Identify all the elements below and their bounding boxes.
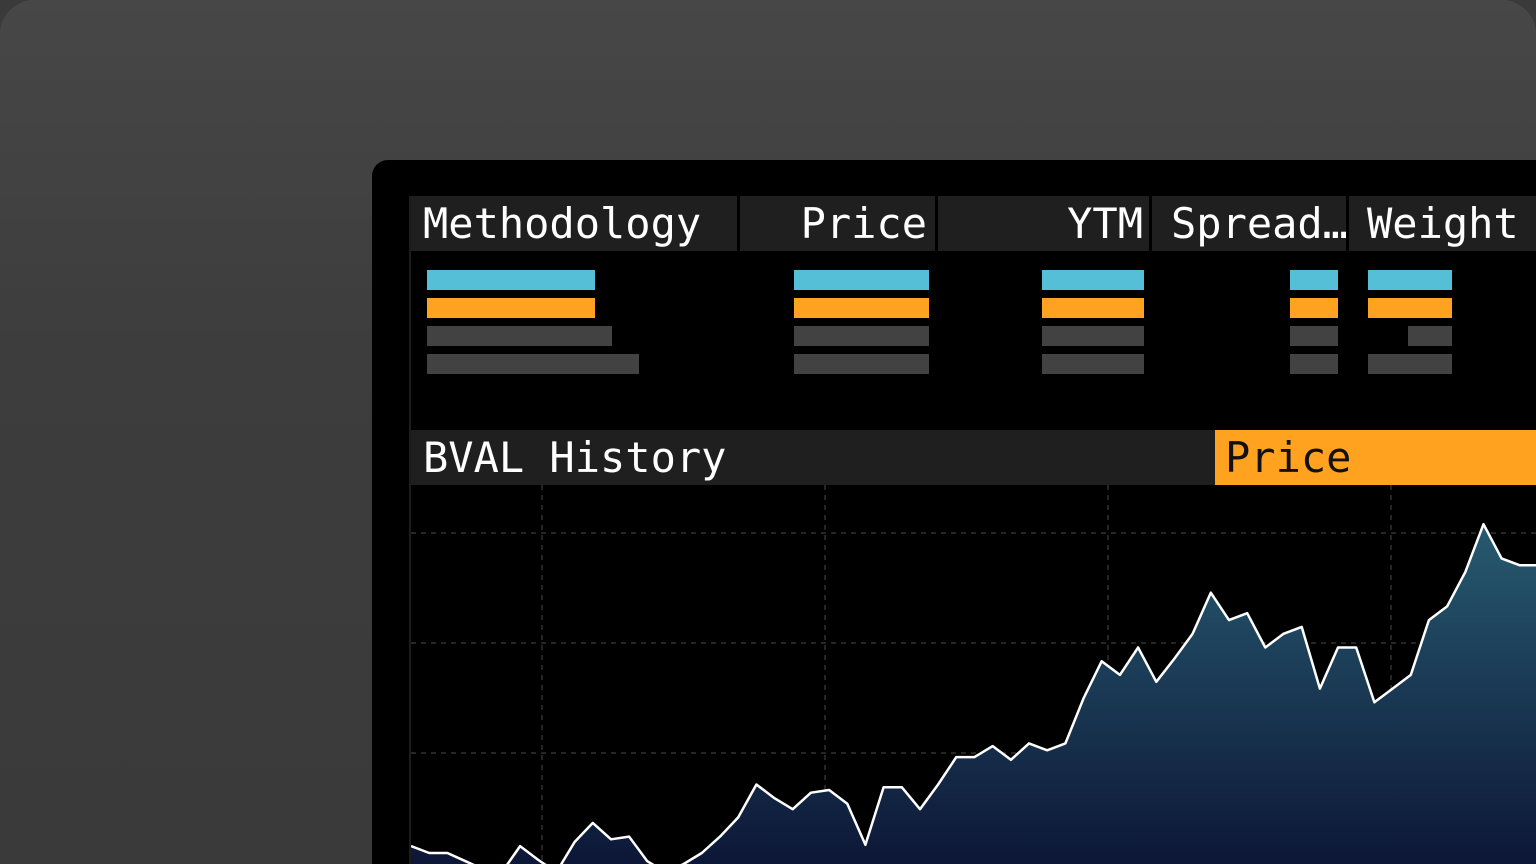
placeholder-bar: [1368, 354, 1452, 374]
column-header-label: Methodology: [423, 199, 702, 248]
placeholder-bar: [794, 326, 929, 346]
column-header-label: Price: [800, 199, 927, 248]
placeholder-bar: [1290, 354, 1338, 374]
column-header-label: Weight: [1367, 199, 1519, 248]
column-header-label: Spread…: [1171, 199, 1346, 248]
placeholder-bar: [427, 298, 595, 318]
column-header-price[interactable]: Price: [740, 196, 935, 251]
terminal-window: Methodology Price YTM Spread… Weight BVA…: [372, 160, 1536, 864]
placeholder-bar: [427, 354, 639, 374]
placeholder-bar: [1042, 298, 1144, 318]
placeholder-bar: [1290, 326, 1338, 346]
chart-svg: [411, 485, 1536, 864]
placeholder-bar: [794, 354, 929, 374]
placeholder-bar: [794, 298, 929, 318]
price-area: [411, 524, 1536, 864]
placeholder-bar: [427, 270, 595, 290]
history-section-title: BVAL History: [411, 430, 1215, 485]
column-header-spread[interactable]: Spread…: [1152, 196, 1346, 251]
column-header-ytm[interactable]: YTM: [938, 196, 1149, 251]
placeholder-bar: [1290, 270, 1338, 290]
placeholder-bar: [427, 326, 612, 346]
placeholder-bar: [1368, 270, 1452, 290]
column-header-label: YTM: [1067, 199, 1143, 248]
history-title: BVAL History: [423, 433, 727, 482]
tab-price[interactable]: Price: [1215, 430, 1536, 485]
placeholder-bar: [1368, 298, 1452, 318]
placeholder-bar: [1042, 354, 1144, 374]
placeholder-bar: [1042, 326, 1144, 346]
price-history-chart: [411, 485, 1536, 864]
column-header-methodology[interactable]: Methodology: [411, 196, 737, 251]
placeholder-bar: [1042, 270, 1144, 290]
placeholder-bar: [1408, 326, 1452, 346]
tab-price-label: Price: [1225, 433, 1352, 482]
placeholder-bar: [794, 270, 929, 290]
column-header-weight[interactable]: Weight: [1349, 196, 1536, 251]
terminal-panel: Methodology Price YTM Spread… Weight BVA…: [409, 196, 1536, 864]
placeholder-bar: [1290, 298, 1338, 318]
